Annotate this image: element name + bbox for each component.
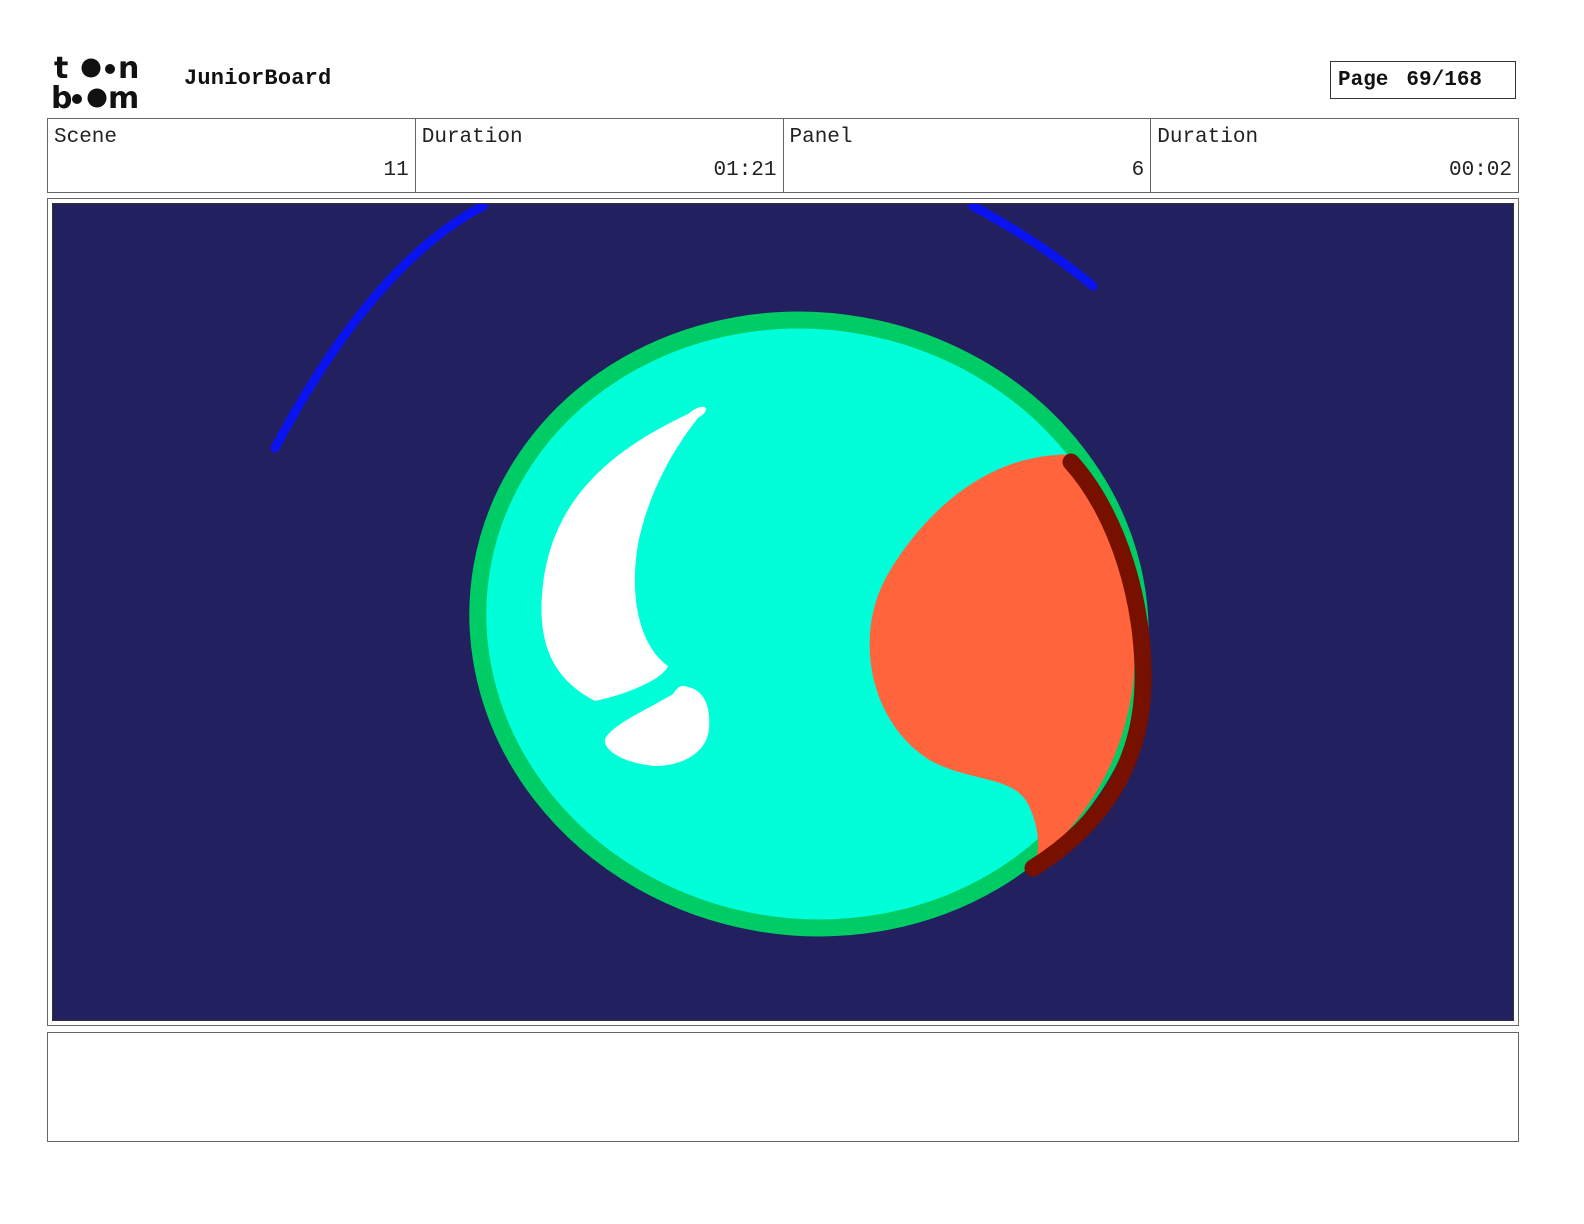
- scene-duration-value: 01:21: [713, 159, 777, 182]
- panel-duration-value: 00:02: [1448, 159, 1512, 182]
- panel-frame: [47, 198, 1519, 1026]
- scene-label: Scene: [54, 126, 118, 149]
- panel-artwork: [52, 203, 1514, 1021]
- panel-duration-cell: Duration 00:02: [1151, 119, 1518, 192]
- panel-info-bar: Scene 11 Duration 01:21 Panel 6 Duration…: [47, 118, 1519, 193]
- panel-value: 6: [1131, 159, 1145, 182]
- logo-letter-b: b: [52, 81, 72, 112]
- scene-duration-cell: Duration 01:21: [416, 119, 784, 192]
- panel-notes: [47, 1032, 1519, 1142]
- scene-value: 11: [383, 159, 409, 182]
- page-number: 69/168: [1406, 68, 1483, 92]
- app-title: JuniorBoard: [184, 66, 332, 91]
- scene-cell: Scene 11: [48, 119, 416, 192]
- toon-boom-logo: t n b m: [52, 52, 164, 112]
- panel-cell: Panel 6: [784, 119, 1152, 192]
- scene-duration-label: Duration: [421, 126, 523, 149]
- panel-duration-label: Duration: [1157, 126, 1259, 149]
- logo-letter-m: m: [108, 81, 139, 112]
- panel-label: Panel: [789, 126, 853, 149]
- page-indicator: Page 69/168: [1330, 61, 1516, 99]
- page-label: Page: [1338, 68, 1389, 92]
